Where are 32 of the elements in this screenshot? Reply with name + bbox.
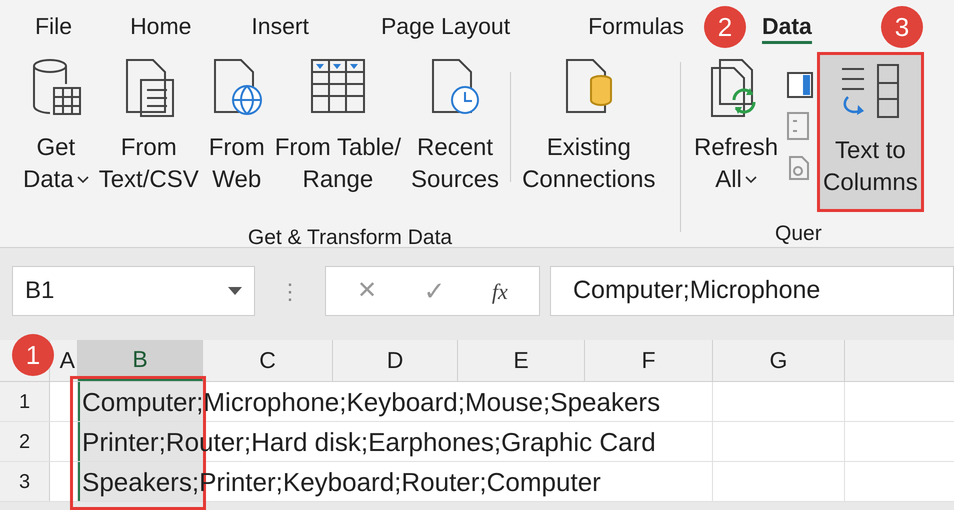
- ribbon-button[interactable]: Existing Connections: [519, 52, 658, 212]
- column-header[interactable]: B: [78, 340, 203, 381]
- caret-icon: [228, 287, 242, 295]
- ribbon-button[interactable]: From Table/ Range: [272, 52, 404, 212]
- ribbon-tab[interactable]: Home: [130, 11, 192, 44]
- panel-icon: [787, 72, 814, 98]
- row-header[interactable]: 1: [0, 382, 50, 421]
- ribbon-tab[interactable]: Data: [762, 11, 812, 44]
- ribbon-button[interactable]: Recent Sources: [408, 52, 502, 212]
- insert-function-button[interactable]: fx: [492, 274, 508, 308]
- link-icon: [787, 154, 812, 182]
- group-label: Quer: [775, 222, 822, 246]
- ribbon-button[interactable]: From Web: [206, 52, 268, 212]
- ribbon-button[interactable]: Text to Columns: [817, 52, 924, 212]
- ribbon-button[interactable]: Get Data: [20, 52, 92, 212]
- ribbon-tab[interactable]: Insert: [251, 11, 309, 44]
- column-header[interactable]: E: [458, 340, 585, 381]
- ribbon-tab[interactable]: File: [35, 11, 72, 44]
- column-header[interactable]: F: [585, 340, 713, 381]
- column-header[interactable]: C: [203, 340, 333, 381]
- column-header[interactable]: D: [333, 340, 458, 381]
- name-box[interactable]: B1: [12, 266, 255, 316]
- formula-field[interactable]: Computer;Microphone: [550, 266, 954, 316]
- list-icon: [787, 112, 810, 140]
- ribbon-tab[interactable]: Page Layout: [380, 11, 510, 44]
- ribbon-button[interactable]: From Text/CSV: [96, 52, 202, 212]
- group-label: Get & Transform Data: [248, 225, 452, 251]
- row-header[interactable]: 3: [0, 462, 50, 501]
- ribbon-tab[interactable]: Formulas: [588, 11, 684, 44]
- ribbon-button[interactable]: Refresh All: [691, 52, 782, 212]
- row-header[interactable]: 2: [0, 422, 50, 461]
- column-header[interactable]: G: [713, 340, 845, 381]
